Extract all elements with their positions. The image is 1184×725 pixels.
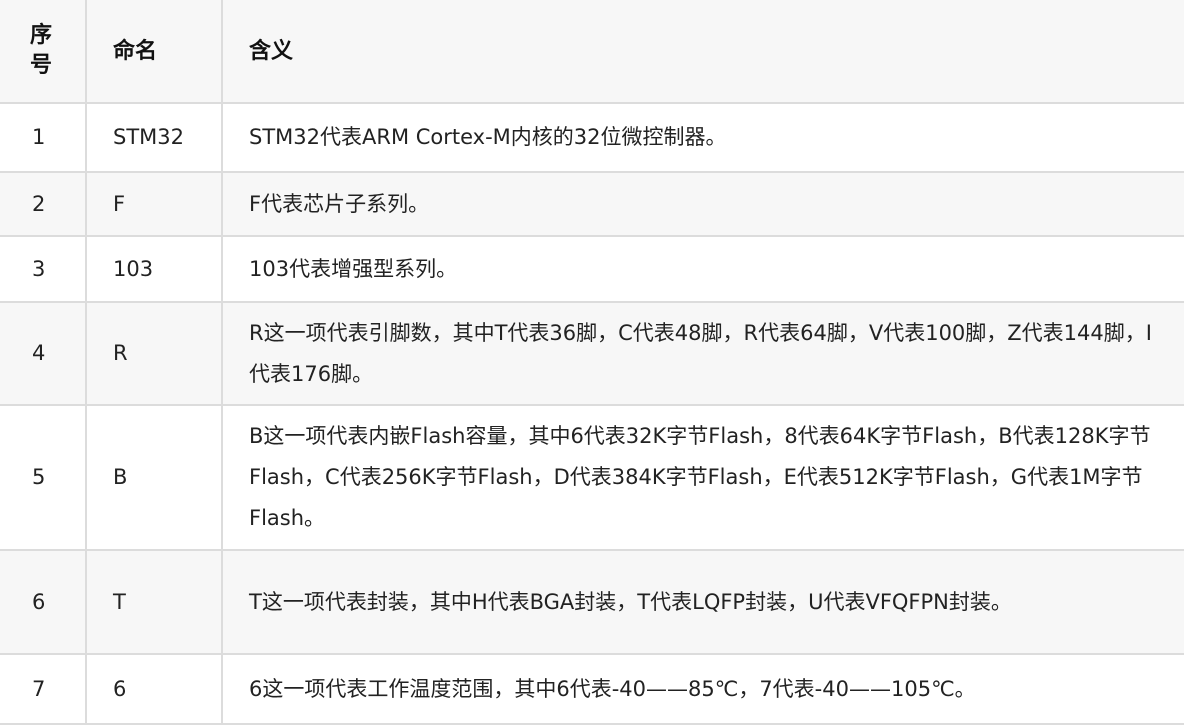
header-meaning: 含义 bbox=[221, 0, 1184, 104]
row-name: T bbox=[85, 549, 223, 655]
row-name: STM32 bbox=[85, 102, 223, 173]
table-header-row: 序号 命名 含义 bbox=[0, 0, 1184, 104]
row-meaning: T这一项代表封装，其中H代表BGA封装，T代表LQFP封装，U代表VFQFPN封… bbox=[221, 549, 1184, 655]
row-name: 103 bbox=[85, 235, 223, 303]
row-meaning: STM32代表ARM Cortex-M内核的32位微控制器。 bbox=[221, 102, 1184, 173]
row-meaning: 6这一项代表工作温度范围，其中6代表-40——85℃，7代表-40——105℃。 bbox=[221, 653, 1184, 725]
row-name: B bbox=[85, 404, 223, 551]
row-name: R bbox=[85, 301, 223, 406]
table-row: 4 R R这一项代表引脚数，其中T代表36脚，C代表48脚，R代表64脚，V代表… bbox=[0, 301, 1184, 406]
table-row: 1 STM32 STM32代表ARM Cortex-M内核的32位微控制器。 bbox=[0, 102, 1184, 173]
row-meaning: R这一项代表引脚数，其中T代表36脚，C代表48脚，R代表64脚，V代表100脚… bbox=[221, 301, 1184, 406]
row-index: 1 bbox=[0, 102, 87, 173]
table-row: 5 B B这一项代表内嵌Flash容量，其中6代表32K字节Flash，8代表6… bbox=[0, 404, 1184, 551]
row-index: 5 bbox=[0, 404, 87, 551]
row-name: 6 bbox=[85, 653, 223, 725]
table-row: 2 F F代表芯片子系列。 bbox=[0, 171, 1184, 237]
row-meaning: F代表芯片子系列。 bbox=[221, 171, 1184, 237]
table-row: 3 103 103代表增强型系列。 bbox=[0, 235, 1184, 303]
header-index: 序号 bbox=[0, 0, 87, 104]
row-index: 6 bbox=[0, 549, 87, 655]
table-row: 7 6 6这一项代表工作温度范围，其中6代表-40——85℃，7代表-40——1… bbox=[0, 653, 1184, 725]
row-meaning: 103代表增强型系列。 bbox=[221, 235, 1184, 303]
row-meaning: B这一项代表内嵌Flash容量，其中6代表32K字节Flash，8代表64K字节… bbox=[221, 404, 1184, 551]
row-index: 3 bbox=[0, 235, 87, 303]
stm32-naming-table: 序号 命名 含义 1 STM32 STM32代表ARM Cortex-M内核的3… bbox=[0, 0, 1184, 725]
header-name: 命名 bbox=[85, 0, 223, 104]
row-index: 4 bbox=[0, 301, 87, 406]
row-name: F bbox=[85, 171, 223, 237]
row-index: 2 bbox=[0, 171, 87, 237]
row-index: 7 bbox=[0, 653, 87, 725]
table-row: 6 T T这一项代表封装，其中H代表BGA封装，T代表LQFP封装，U代表VFQ… bbox=[0, 549, 1184, 655]
